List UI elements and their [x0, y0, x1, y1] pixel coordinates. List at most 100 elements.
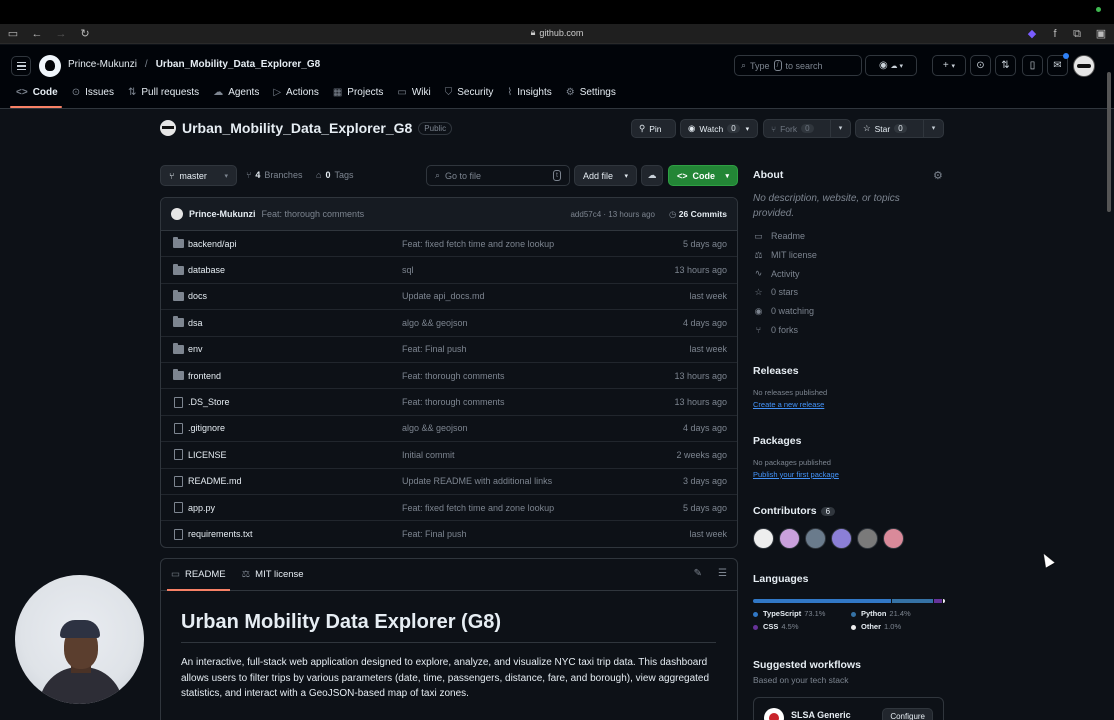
tab-code[interactable]: <> Code — [10, 83, 66, 108]
table-row[interactable]: database sql 13 hours ago — [161, 257, 737, 284]
contributors-heading[interactable]: Contributors 6 — [753, 505, 945, 517]
edit-icon[interactable]: ✎ — [694, 568, 702, 579]
avatar[interactable] — [753, 528, 774, 549]
file-commit-message[interactable]: sql — [402, 265, 414, 275]
chevron-down-icon[interactable]: ▾ — [830, 120, 850, 137]
commits-link[interactable]: ◷ 26 Commits — [669, 209, 727, 220]
tab-wiki[interactable]: ▭ Wiki — [391, 83, 438, 108]
table-row[interactable]: app.py Feat: fixed fetch time and zone lo… — [161, 495, 737, 522]
file-commit-message[interactable]: Feat: fixed fetch time and zone lookup — [402, 503, 554, 513]
share-icon[interactable]: ⧉ — [1070, 27, 1084, 41]
commit-message[interactable]: Feat: thorough comments — [262, 209, 365, 219]
file-name[interactable]: dsa — [188, 318, 203, 328]
fork-button[interactable]: ⑂ Fork 0 ▾ — [763, 119, 851, 138]
tab-issues[interactable]: ⊙ Issues — [66, 83, 122, 108]
table-row[interactable]: README.md Update README with additional l… — [161, 469, 737, 495]
go-to-file-input[interactable]: ⌕ Go to file t — [426, 165, 570, 186]
tab-pull-requests[interactable]: ⇅ Pull requests — [122, 83, 207, 108]
star-button[interactable]: ☆ Star 0 ▾ — [855, 119, 944, 138]
menu-icon[interactable] — [11, 56, 31, 76]
forward-icon[interactable]: → — [54, 27, 68, 41]
table-row[interactable]: docs Update api_docs.md last week — [161, 284, 737, 311]
publish-package-link[interactable]: Publish your first package — [753, 470, 945, 479]
outline-list-icon[interactable]: ☰ — [718, 568, 727, 579]
avatar[interactable] — [779, 528, 800, 549]
add-file-button[interactable]: Add file ▾ — [574, 165, 637, 186]
about-link[interactable]: ☆ 0 stars — [753, 283, 945, 302]
branches-link[interactable]: ⑂ 4 Branches — [246, 170, 302, 180]
tabs-overview-icon[interactable]: ▣ — [1094, 27, 1108, 41]
github-logo-icon[interactable] — [39, 55, 61, 77]
about-link[interactable]: ⚖ MIT license — [753, 246, 945, 265]
tab-agents[interactable]: ☁ Agents — [207, 83, 267, 108]
avatar[interactable] — [805, 528, 826, 549]
table-row[interactable]: frontend Feat: thorough comments 13 hours … — [161, 363, 737, 390]
file-name[interactable]: app.py — [188, 503, 215, 513]
watch-button[interactable]: ◉ Watch 0 ▾ — [680, 119, 758, 138]
pull-requests-button[interactable]: ⇅ — [995, 55, 1016, 76]
pin-button[interactable]: ⚲ Pin — [631, 119, 676, 138]
user-avatar[interactable] — [1073, 55, 1095, 77]
language-item[interactable]: Other 1.0% — [851, 622, 931, 631]
tab-actions[interactable]: ▷ Actions — [267, 83, 327, 108]
tab-projects[interactable]: ▦ Projects — [327, 83, 392, 108]
reload-icon[interactable]: ↻ — [78, 27, 92, 41]
file-name[interactable]: backend/api — [188, 239, 237, 249]
code-button[interactable]: <> Code ▾ — [668, 165, 738, 186]
about-link[interactable]: ⑂ 0 forks — [753, 320, 945, 339]
tags-link[interactable]: ⌂ 0 Tags — [316, 170, 353, 180]
tab-license[interactable]: ⚖ MIT license — [242, 559, 304, 591]
avatar[interactable] — [883, 528, 904, 549]
sidebar-toggle-icon[interactable]: ▭ — [6, 27, 20, 41]
table-row[interactable]: .DS_Store Feat: thorough comments 13 hours… — [161, 389, 737, 416]
file-commit-message[interactable]: Feat: Final push — [402, 344, 467, 354]
back-icon[interactable]: ← — [30, 27, 44, 41]
table-row[interactable]: dsa algo && geojson 4 days ago — [161, 310, 737, 337]
file-name[interactable]: frontend — [188, 371, 221, 381]
table-row[interactable]: requirements.txt Feat: Final push last wee… — [161, 521, 737, 547]
releases-heading[interactable]: Releases — [753, 365, 945, 377]
language-item[interactable]: TypeScript 73.1% — [753, 609, 833, 618]
commit-sha-time[interactable]: add57c4 · 13 hours ago — [570, 210, 655, 219]
create-release-link[interactable]: Create a new release — [753, 400, 945, 409]
file-name[interactable]: docs — [188, 291, 207, 301]
breadcrumb-repo[interactable]: Urban_Mobility_Data_Explorer_G8 — [156, 59, 321, 70]
file-commit-message[interactable]: Feat: thorough comments — [402, 371, 505, 381]
file-name[interactable]: .gitignore — [188, 423, 225, 433]
tab-settings[interactable]: ⚙ Settings — [560, 83, 624, 108]
commit-author[interactable]: Prince-Mukunzi — [189, 209, 256, 219]
file-commit-message[interactable]: algo && geojson — [402, 318, 468, 328]
repo-name[interactable]: Urban_Mobility_Data_Explorer_G8 — [182, 120, 412, 136]
file-commit-message[interactable]: Update README with additional links — [402, 476, 552, 486]
configure-button[interactable]: Configure — [882, 708, 933, 720]
search-input[interactable]: ⌕ Type / to search — [734, 55, 862, 76]
issues-button[interactable]: ⊙ — [970, 55, 991, 76]
font-extension-icon[interactable]: f — [1048, 27, 1062, 41]
file-name[interactable]: .DS_Store — [188, 397, 230, 407]
tab-insights[interactable]: ⌇ Insights — [501, 83, 559, 108]
commit-author-avatar[interactable] — [171, 208, 183, 220]
about-link[interactable]: ◉ 0 watching — [753, 302, 945, 321]
copilot-button[interactable]: ◉ ☁ ▾ — [865, 55, 917, 76]
file-commit-message[interactable]: Feat: fixed fetch time and zone lookup — [402, 239, 554, 249]
about-link[interactable]: ∿ Activity — [753, 264, 945, 283]
file-name[interactable]: LICENSE — [188, 450, 227, 460]
file-name[interactable]: requirements.txt — [188, 529, 253, 539]
table-row[interactable]: .gitignore algo && geojson 4 days ago — [161, 416, 737, 443]
create-new-button[interactable]: + ▾ — [932, 55, 966, 76]
file-name[interactable]: README.md — [188, 476, 242, 486]
file-commit-message[interactable]: Initial commit — [402, 450, 455, 460]
tab-readme[interactable]: ▭ README — [167, 559, 230, 591]
file-commit-message[interactable]: Feat: Final push — [402, 529, 467, 539]
branch-selector[interactable]: ⑂ master ▾ — [160, 165, 237, 186]
file-name[interactable]: database — [188, 265, 225, 275]
breadcrumb-owner[interactable]: Prince-Mukunzi — [68, 59, 137, 70]
table-row[interactable]: backend/api Feat: fixed fetch time and zo… — [161, 231, 737, 258]
file-commit-message[interactable]: algo && geojson — [402, 423, 468, 433]
avatar[interactable] — [857, 528, 878, 549]
file-commit-message[interactable]: Feat: thorough comments — [402, 397, 505, 407]
extension-icon[interactable]: ◆ — [1025, 27, 1039, 41]
file-name[interactable]: env — [188, 344, 203, 354]
scrollbar[interactable] — [1107, 72, 1111, 212]
repositories-button[interactable]: ▯ — [1022, 55, 1043, 76]
